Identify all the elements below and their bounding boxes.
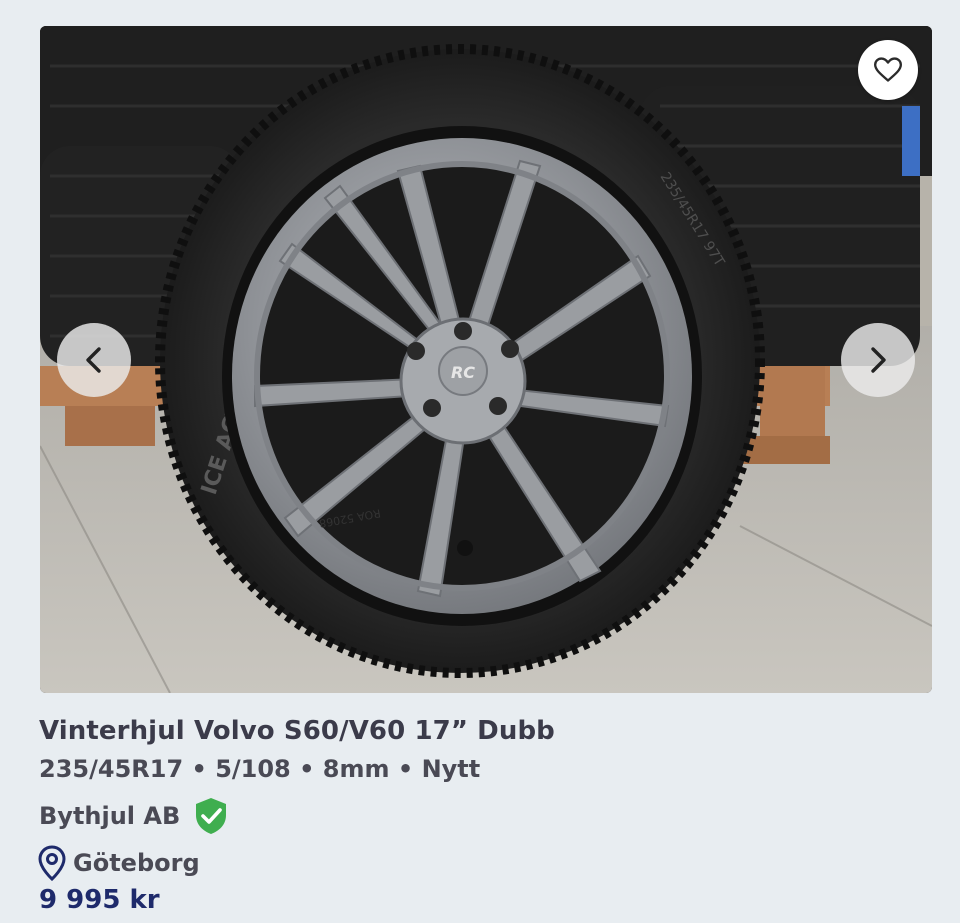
listing-price: 9 995 kr (39, 885, 160, 915)
seller-name: Bythjul AB (39, 802, 181, 830)
previous-image-button[interactable] (57, 323, 131, 397)
shield-check-icon (196, 798, 227, 834)
chevron-right-icon (871, 347, 886, 373)
listing-specs: 235/45R17 • 5/108 • 8mm • Nytt (39, 755, 481, 783)
location-info: Göteborg (37, 844, 200, 882)
svg-text:RC: RC (451, 363, 475, 382)
seller-info: Bythjul AB (39, 796, 228, 836)
chevron-left-icon (86, 347, 101, 373)
location-name: Göteborg (73, 849, 200, 877)
favorite-button[interactable] (858, 40, 918, 100)
listing-photo[interactable]: ICE ACTIVA 235/45R17 97T (40, 26, 932, 693)
heart-outline-icon (874, 57, 902, 82)
wheel-photo: ICE ACTIVA 235/45R17 97T (40, 26, 932, 693)
map-pin-icon (38, 845, 66, 881)
listing-card[interactable]: ICE ACTIVA 235/45R17 97T (0, 0, 960, 923)
next-image-button[interactable] (841, 323, 915, 397)
listing-title[interactable]: Vinterhjul Volvo S60/V60 17” Dubb (39, 716, 555, 746)
